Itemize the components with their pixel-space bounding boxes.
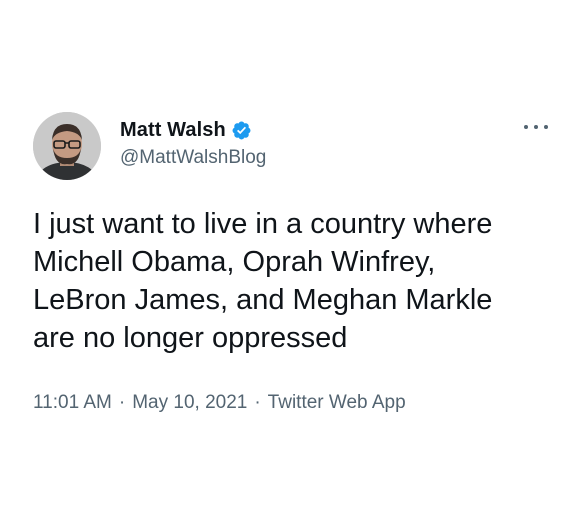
avatar-image — [33, 112, 101, 180]
author-handle[interactable]: @MattWalshBlog — [120, 147, 266, 169]
tweet-metadata: 11:01 AM · May 10, 2021 · Twitter Web App — [33, 392, 406, 414]
tweet-source[interactable]: Twitter Web App — [268, 392, 406, 413]
tweet-card: Matt Walsh @MattWalshBlog I just want to… — [0, 0, 580, 514]
author-name[interactable]: Matt Walsh — [120, 119, 226, 142]
tweet-date[interactable]: May 10, 2021 — [132, 392, 247, 413]
author-row: Matt Walsh — [120, 117, 252, 143]
more-options-icon[interactable] — [524, 120, 548, 134]
tweet-time[interactable]: 11:01 AM — [33, 392, 112, 413]
separator-dot: · — [118, 392, 126, 413]
tweet-text: I just want to live in a country where M… — [33, 208, 493, 354]
separator-dot: · — [254, 392, 261, 413]
avatar[interactable] — [33, 112, 101, 180]
verified-badge-icon — [231, 120, 252, 141]
